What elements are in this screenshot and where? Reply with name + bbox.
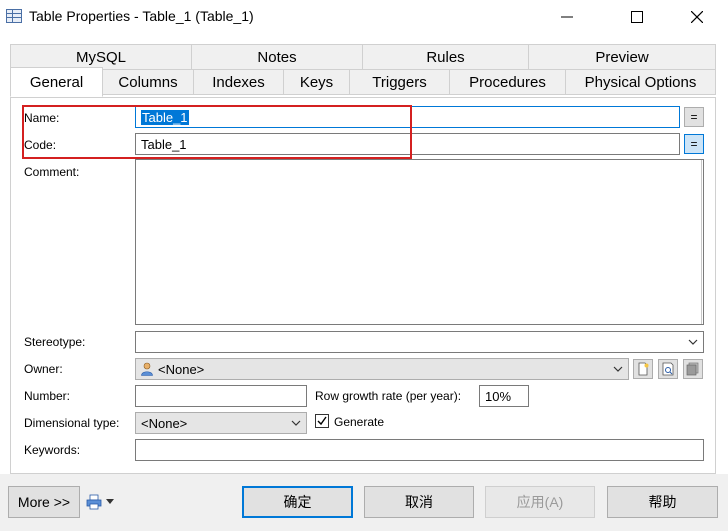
row-growth-label: Row growth rate (per year): [315, 389, 462, 403]
dimensional-type-value: <None> [141, 416, 188, 431]
title-bar: Table Properties - Table_1 (Table_1) [0, 0, 728, 34]
dimensional-type-combo[interactable]: <None> [135, 412, 307, 434]
keywords-label: Keywords: [24, 443, 81, 457]
table-icon [6, 9, 22, 23]
maximize-icon [631, 11, 643, 23]
user-icon [141, 362, 153, 376]
properties-icon [662, 362, 674, 376]
chevron-down-icon [613, 366, 623, 372]
chevron-down-icon [106, 499, 114, 504]
name-field[interactable]: Table_1 [135, 106, 680, 128]
name-equals-button[interactable]: = [684, 107, 704, 127]
tab-triggers[interactable]: Triggers [349, 69, 450, 95]
help-button[interactable]: 帮助 [607, 486, 718, 518]
tab-general[interactable]: General [10, 67, 103, 97]
ok-button[interactable]: 确定 [242, 486, 353, 518]
owner-properties-button[interactable] [658, 359, 678, 379]
keywords-field[interactable] [135, 439, 704, 461]
comment-textarea[interactable] [135, 159, 704, 325]
owner-new-button[interactable] [633, 359, 653, 379]
comment-label: Comment: [24, 165, 80, 179]
window-title: Table Properties - Table_1 (Table_1) [29, 8, 254, 24]
code-field[interactable]: Table_1 [135, 133, 680, 155]
name-value: Table_1 [141, 110, 189, 125]
comment-scrollbar[interactable] [701, 160, 703, 324]
owner-label: Owner: [24, 362, 63, 376]
dimensional-type-label: Dimensional type: [24, 416, 120, 430]
close-icon [691, 11, 703, 23]
tab-strip: MySQL Notes Rules Preview General Column… [10, 44, 716, 98]
print-menu-button[interactable] [86, 493, 122, 511]
number-field[interactable] [135, 385, 307, 407]
code-equals-button[interactable]: = [684, 134, 704, 154]
minimize-icon [561, 16, 573, 18]
code-label: Code: [24, 138, 57, 152]
generate-checkbox[interactable] [315, 414, 329, 428]
tab-rules[interactable]: Rules [362, 44, 529, 70]
stereotype-combo[interactable] [135, 331, 704, 353]
owner-combo[interactable]: <None> [135, 358, 629, 380]
tab-procedures[interactable]: Procedures [449, 69, 566, 95]
chevron-down-icon [688, 339, 698, 345]
maximize-button[interactable] [614, 0, 660, 34]
stereotype-label: Stereotype: [24, 335, 86, 349]
tab-physical-options[interactable]: Physical Options [565, 69, 716, 95]
tab-keys[interactable]: Keys [283, 69, 350, 95]
new-icon [638, 362, 649, 376]
checkmark-icon [317, 416, 327, 426]
generate-label: Generate [334, 415, 385, 429]
chevron-down-icon [291, 420, 301, 426]
apply-button[interactable]: 应用(A) [485, 486, 595, 518]
tab-notes[interactable]: Notes [191, 44, 363, 70]
name-label: Name: [24, 111, 60, 125]
tab-columns[interactable]: Columns [102, 69, 194, 95]
select-icon [686, 362, 699, 376]
printer-icon [86, 494, 102, 510]
close-button[interactable] [674, 0, 720, 34]
tab-preview[interactable]: Preview [528, 44, 716, 70]
number-label: Number: [24, 389, 71, 403]
owner-value: <None> [158, 362, 205, 377]
owner-select-button[interactable] [683, 359, 703, 379]
row-growth-field[interactable]: 10% [479, 385, 529, 407]
minimize-button[interactable] [544, 0, 590, 34]
tab-indexes[interactable]: Indexes [193, 69, 284, 95]
cancel-button[interactable]: 取消 [364, 486, 474, 518]
more-button[interactable]: More >> [8, 486, 80, 518]
